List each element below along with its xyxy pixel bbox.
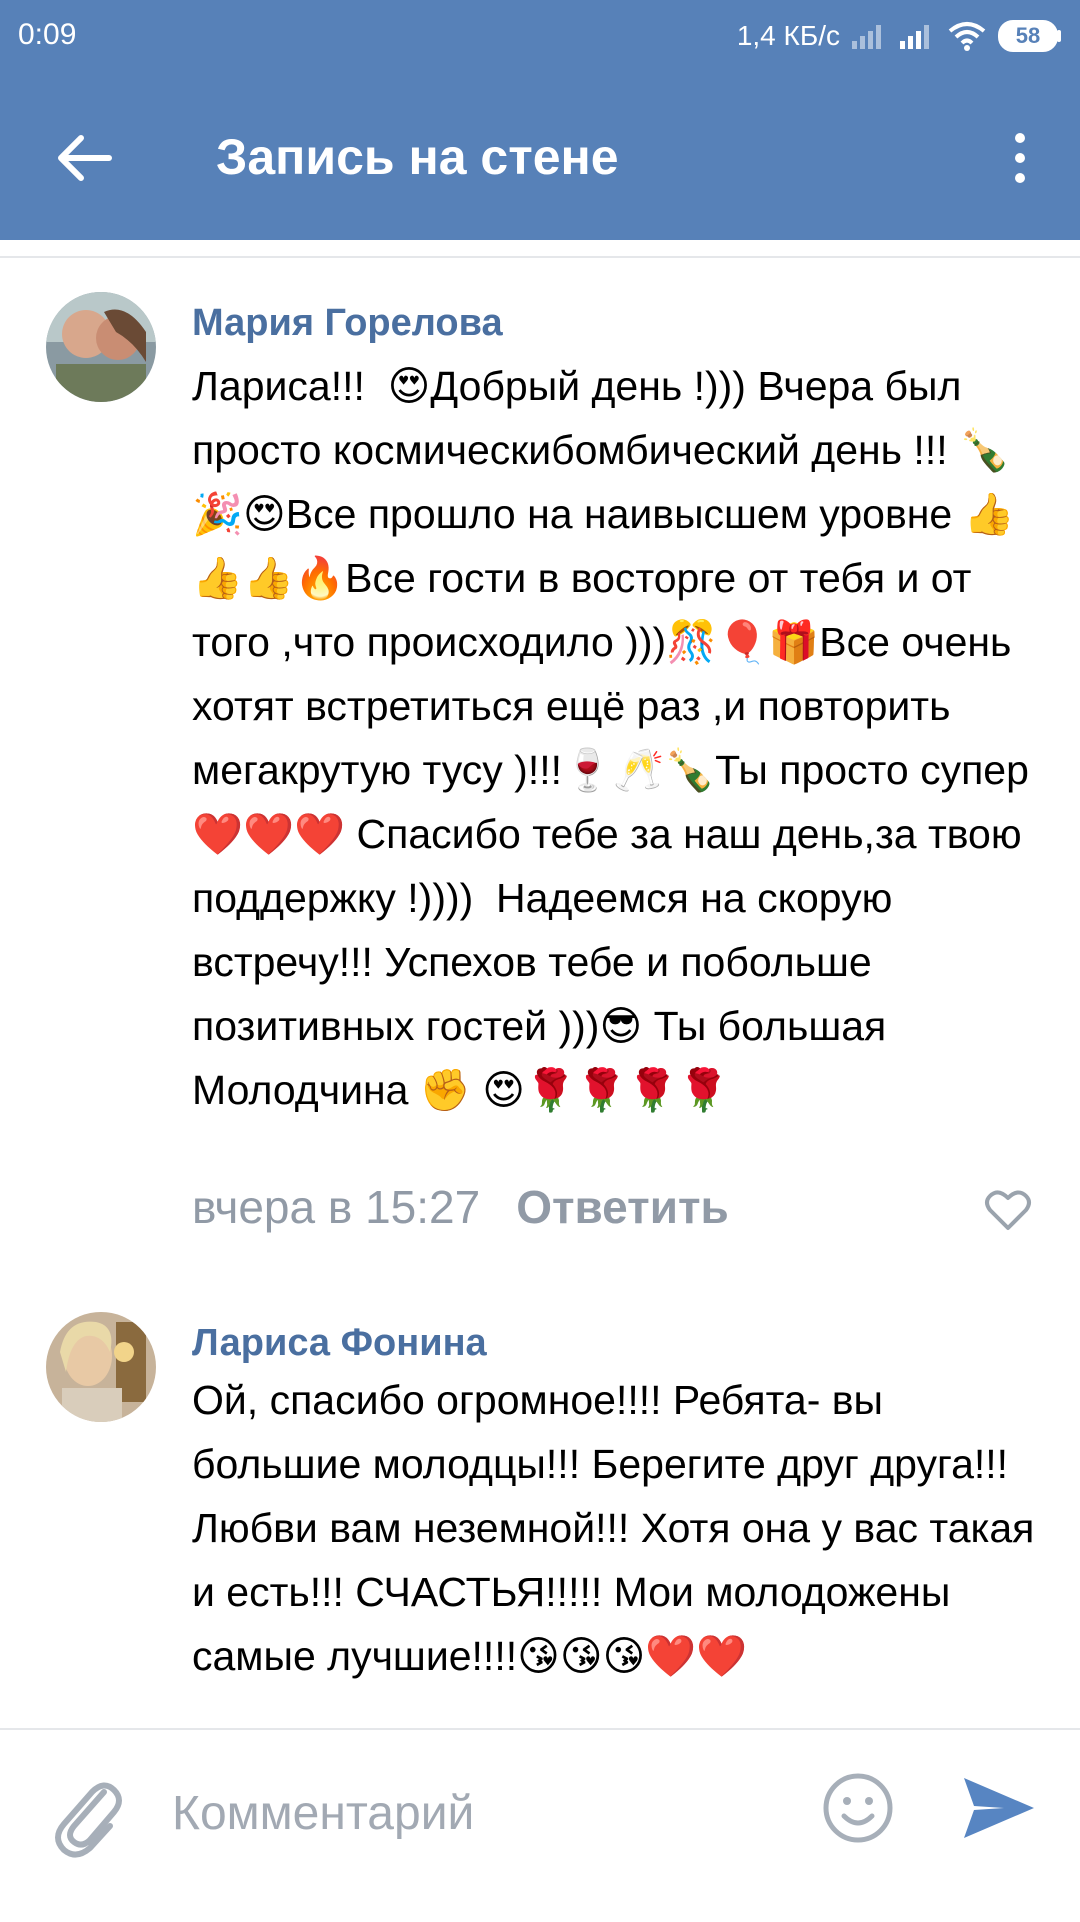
reply-button[interactable]: Ответить [516, 1181, 729, 1233]
dot-icon [1015, 173, 1025, 183]
attach-icon[interactable] [52, 1770, 124, 1860]
comment-author[interactable]: Лариса Фонина [192, 1322, 487, 1365]
battery-icon: 58 [998, 20, 1062, 52]
emoji-icon[interactable] [820, 1770, 896, 1846]
wifi-icon [948, 21, 986, 51]
app-header: 0:09 1,4 КБ/с 58 Запись на стене [0, 0, 1080, 240]
comment-author[interactable]: Мария Горелова [192, 302, 503, 345]
send-icon[interactable] [958, 1768, 1038, 1848]
back-button[interactable] [40, 120, 130, 196]
comment-time: вчера в 15:27 [192, 1181, 481, 1233]
toolbar: Запись на стене [0, 100, 1080, 216]
status-icons: 1,4 КБ/с 58 [737, 16, 1062, 56]
back-arrow-icon [58, 135, 112, 181]
like-heart-icon[interactable] [984, 1188, 1032, 1232]
comment-input[interactable] [170, 1770, 794, 1856]
battery-level: 58 [1015, 23, 1041, 48]
divider [0, 256, 1080, 258]
avatar[interactable] [46, 1312, 156, 1422]
comment-input-bar [0, 1728, 1080, 1922]
dot-icon [1015, 133, 1025, 143]
comment-text: Лариса!!! 😍Добрый день !))) Вчера был пр… [192, 363, 1041, 1113]
status-bar: 0:09 1,4 КБ/с 58 [0, 0, 1080, 72]
page-title: Запись на стене [216, 129, 619, 185]
overflow-menu-button[interactable] [1000, 120, 1040, 196]
dot-icon [1015, 153, 1025, 163]
signal-icon [852, 23, 888, 49]
status-time: 0:09 [18, 18, 77, 51]
signal-icon [900, 23, 936, 49]
comment-text: Ой, спасибо огромное!!!! Ребята- вы боль… [192, 1377, 1046, 1679]
avatar[interactable] [46, 292, 156, 402]
comment-meta: вчера в 15:27 Ответить [192, 1180, 729, 1234]
network-speed: 1,4 КБ/с [736, 20, 840, 51]
